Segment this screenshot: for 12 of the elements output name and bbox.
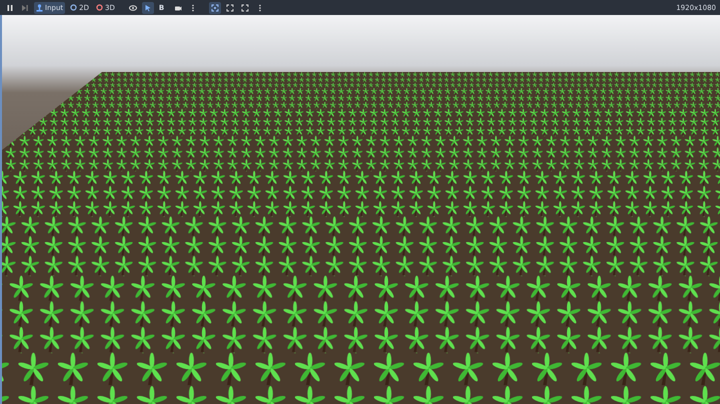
expand-icon bbox=[226, 4, 234, 12]
toolbar-button[interactable] bbox=[238, 2, 251, 14]
toolbar-button[interactable] bbox=[224, 2, 236, 14]
step-icon bbox=[21, 4, 29, 12]
eye-icon bbox=[128, 4, 137, 12]
pause-icon bbox=[6, 4, 14, 12]
pointer-icon bbox=[144, 4, 152, 12]
toolbar-button[interactable] bbox=[142, 2, 154, 14]
frame-icon bbox=[210, 4, 219, 12]
camera-icon bbox=[174, 4, 182, 12]
toolbar-button[interactable] bbox=[208, 2, 221, 14]
expand-icon bbox=[240, 4, 249, 12]
